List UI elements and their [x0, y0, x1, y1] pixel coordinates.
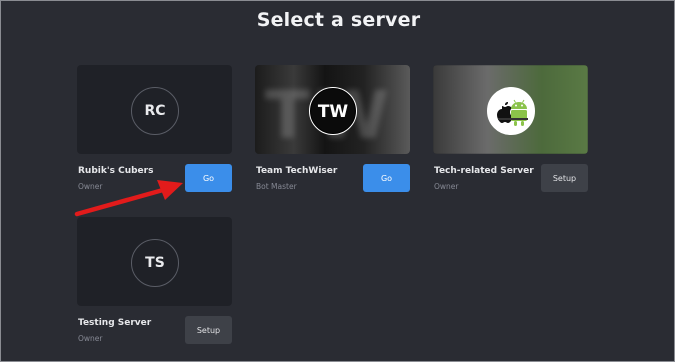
server-card-rubiks-cubers[interactable]: RC [77, 65, 232, 154]
server-name: Team TechWiser [256, 166, 338, 176]
server-role: Owner [78, 334, 103, 343]
red-arrow-annotation [74, 180, 183, 217]
server-avatar: TS [131, 239, 179, 287]
go-button[interactable]: Go [185, 164, 232, 192]
tw-logo-icon: TW [309, 87, 357, 135]
svg-text:TW: TW [318, 102, 349, 122]
app-window: Select a server RC Rubik's Cubers Owner … [0, 0, 675, 362]
setup-button[interactable]: Setup [185, 316, 232, 344]
server-role: Bot Master [256, 182, 297, 191]
server-card-tech-related[interactable] [433, 65, 588, 154]
server-role: Owner [434, 182, 459, 191]
server-card-testing-server[interactable]: TS [77, 217, 232, 306]
setup-button[interactable]: Setup [541, 164, 588, 192]
apple-android-icon [487, 87, 535, 135]
go-button[interactable]: Go [363, 164, 410, 192]
server-card-team-techwiser[interactable]: TW TW [255, 65, 410, 154]
server-name: Tech-related Server [434, 166, 534, 176]
server-avatar: RC [131, 87, 179, 135]
page-title: Select a server [256, 9, 421, 31]
server-name: Testing Server [78, 318, 152, 328]
